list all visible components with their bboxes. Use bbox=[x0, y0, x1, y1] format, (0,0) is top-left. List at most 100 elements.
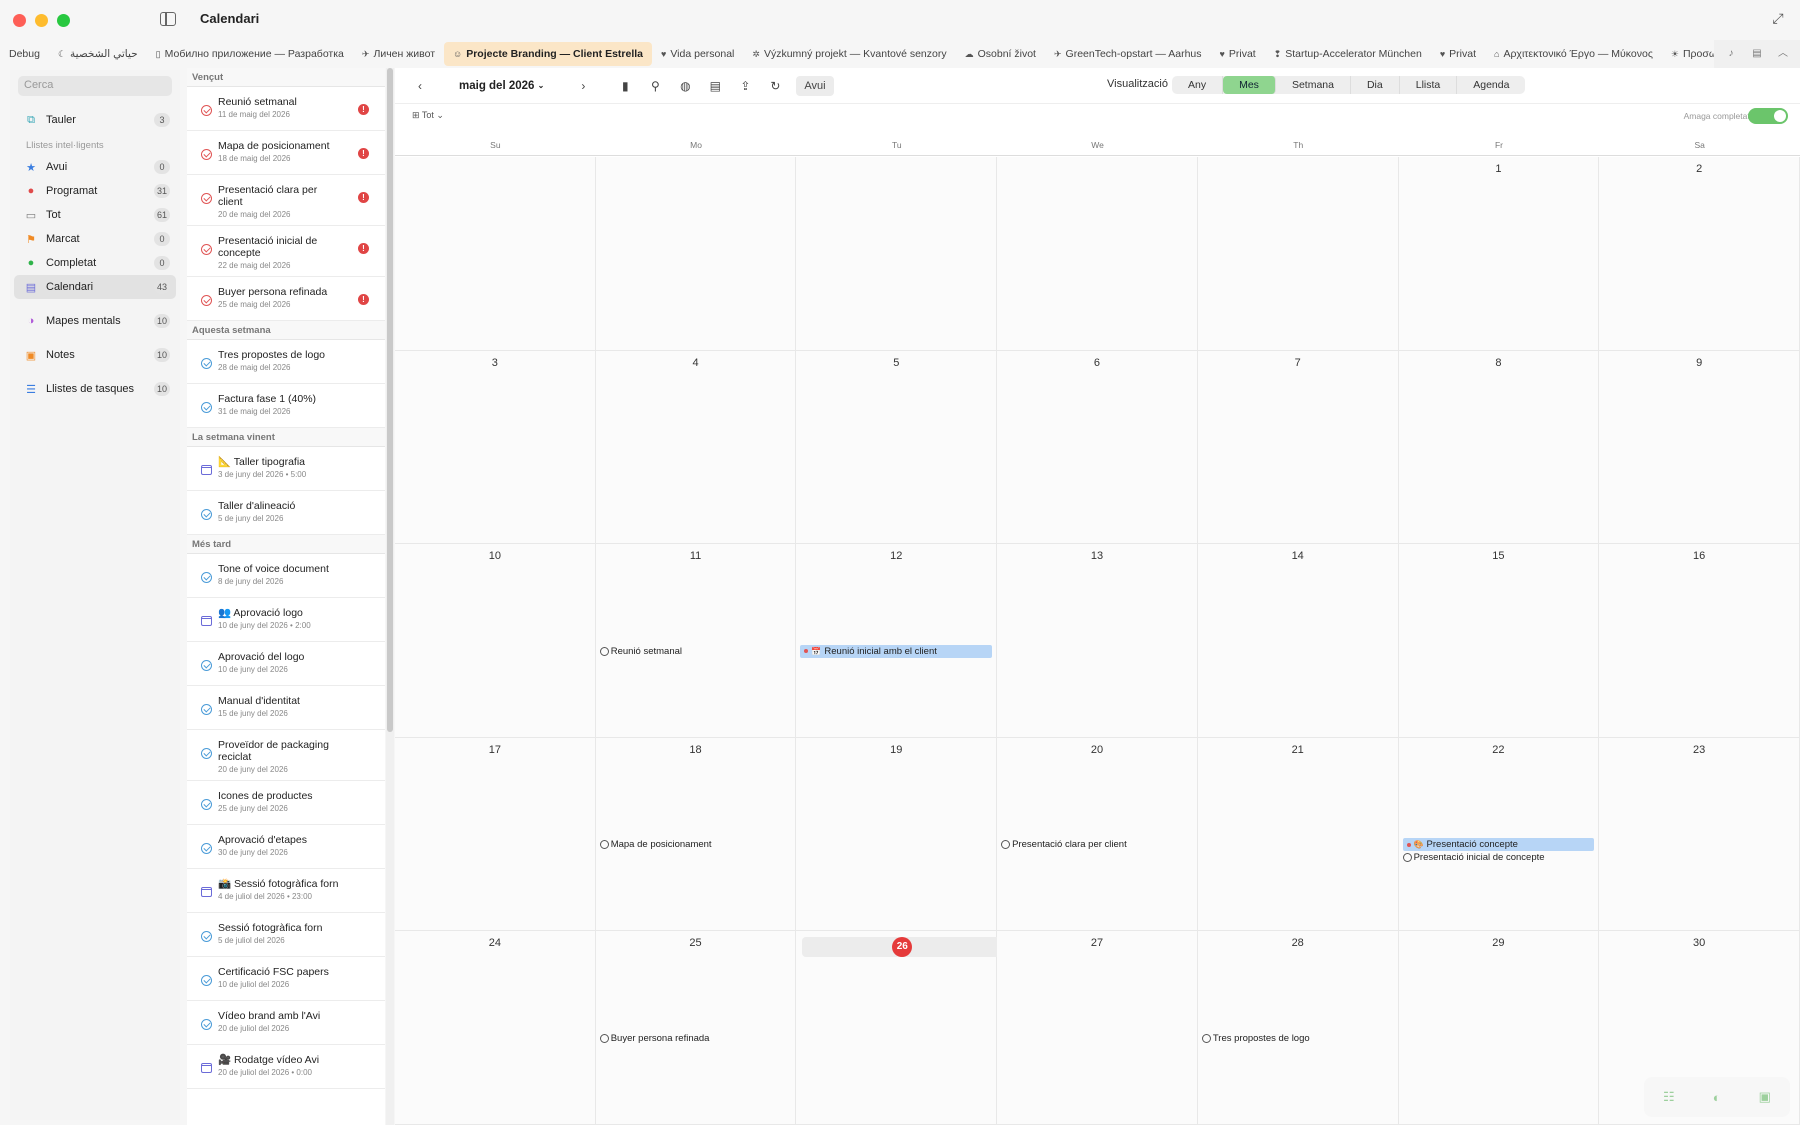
task-row[interactable]: Aprovació del logo 10 de juny del 2026 bbox=[187, 642, 385, 686]
day-cell[interactable] bbox=[595, 157, 797, 351]
task-checkbox[interactable] bbox=[201, 843, 212, 854]
task-checkbox[interactable] bbox=[201, 193, 212, 204]
calendar-task[interactable]: Tres propostes de logo bbox=[1201, 1032, 1394, 1045]
task-checkbox[interactable] bbox=[201, 244, 212, 255]
sidebar-item-calendari[interactable]: ▤ Calendari 43 bbox=[14, 275, 176, 299]
project-tab[interactable]: ♥ Privat bbox=[1211, 42, 1265, 66]
day-cell[interactable]: 24 bbox=[395, 931, 596, 1125]
task-checkbox[interactable] bbox=[201, 358, 212, 369]
task-checkbox[interactable] bbox=[201, 931, 212, 942]
bell-icon[interactable]: ♪ bbox=[1722, 45, 1740, 63]
project-tab[interactable]: ☾ حياتي الشخصية bbox=[49, 42, 147, 66]
layout-icon[interactable]: ▤ bbox=[1748, 45, 1766, 63]
project-tab[interactable]: ▯ Мобилно приложение — Разработка bbox=[147, 42, 353, 66]
project-tab[interactable]: ❢ Startup-Accelerator München bbox=[1265, 42, 1431, 66]
day-cell[interactable]: 19 bbox=[796, 737, 998, 932]
palette-icon[interactable]: ◍ bbox=[674, 76, 696, 96]
view-tab-mes[interactable]: Mes bbox=[1223, 76, 1276, 94]
task-checkbox[interactable] bbox=[201, 704, 212, 715]
view-tab-any[interactable]: Any bbox=[1172, 76, 1224, 94]
sidebar-item-mapes-mentals[interactable]: ◑ Mapes mentals 10 bbox=[14, 309, 176, 333]
sidebar-item-marcat[interactable]: ⚑ Marcat 0 bbox=[14, 227, 176, 251]
task-checkbox[interactable] bbox=[201, 509, 212, 520]
sidebar-toggle-icon[interactable] bbox=[160, 12, 176, 26]
day-cell[interactable]: 5 bbox=[796, 350, 998, 545]
task-row[interactable]: 📐 Taller tipografia 3 de juny del 2026 • … bbox=[187, 447, 385, 491]
day-cell[interactable]: 6 bbox=[997, 350, 1198, 545]
filter-dropdown[interactable]: ⊞ Tot ⌄ bbox=[412, 110, 444, 121]
close-window-button[interactable] bbox=[13, 13, 26, 27]
view-tab-agenda[interactable]: Agenda bbox=[1457, 76, 1525, 94]
task-row[interactable]: Taller d'alineació 5 de juny del 2026 bbox=[187, 491, 385, 535]
day-cell[interactable] bbox=[395, 157, 596, 351]
task-row[interactable]: Presentació clara per client 20 de maig d… bbox=[187, 175, 385, 226]
task-row[interactable]: Presentació inicial de concepte 22 de mai… bbox=[187, 226, 385, 277]
day-cell[interactable]: 13 bbox=[997, 544, 1198, 738]
day-cell[interactable]: 8 bbox=[1398, 350, 1600, 545]
task-row[interactable]: Tres propostes de logo 28 de maig del 202… bbox=[187, 340, 385, 384]
project-tab[interactable]: Debug bbox=[0, 42, 49, 66]
sidebar-item-tot[interactable]: ▭ Tot 61 bbox=[14, 203, 176, 227]
zoom-window-button[interactable] bbox=[57, 13, 70, 27]
sidebar-item-dashboard[interactable]: ⧉ Tauler 3 bbox=[14, 108, 176, 132]
calendar-event[interactable]: 🎨 Presentació concepte bbox=[1402, 838, 1595, 852]
task-checkbox[interactable] bbox=[201, 572, 212, 583]
calendar-task[interactable]: Reunió setmanal bbox=[599, 645, 792, 658]
project-tab[interactable]: ✲ Výzkumný projekt — Kvantové senzory bbox=[743, 42, 955, 66]
day-cell[interactable]: 2 bbox=[1599, 157, 1800, 351]
fullscreen-icon[interactable]: ⤢ bbox=[1768, 10, 1788, 30]
task-row[interactable]: Reunió setmanal 11 de maig del 2026! bbox=[187, 87, 385, 131]
project-tab[interactable]: ✈ GreenTech-opstart — Aarhus bbox=[1045, 42, 1211, 66]
task-row[interactable]: Mapa de posicionament 18 de maig del 2026… bbox=[187, 131, 385, 175]
day-cell[interactable]: 18 Mapa de posicionament bbox=[595, 737, 797, 932]
view-tab-llista[interactable]: Llista bbox=[1400, 76, 1458, 94]
minimize-window-button[interactable] bbox=[35, 13, 48, 27]
sidebar-item-programat[interactable]: ● Programat 31 bbox=[14, 179, 176, 203]
day-cell[interactable]: 29 bbox=[1398, 931, 1600, 1125]
next-month-button[interactable]: › bbox=[572, 76, 594, 96]
calendar-task[interactable]: Presentació clara per client bbox=[1001, 838, 1193, 851]
view-tab-setmana[interactable]: Setmana bbox=[1276, 76, 1351, 94]
day-cell[interactable]: 12 📅 Reunió inicial amb el client bbox=[796, 544, 998, 738]
prev-month-button[interactable]: ‹ bbox=[409, 76, 431, 96]
project-tab[interactable]: ♥ Vida personal bbox=[652, 42, 743, 66]
day-cell[interactable]: 17 bbox=[395, 737, 596, 932]
day-cell[interactable]: 16 bbox=[1599, 544, 1800, 738]
search-input[interactable]: Cerca bbox=[18, 76, 172, 96]
task-row[interactable]: 🎥 Rodatge vídeo Avi 20 de juliol del 2026… bbox=[187, 1045, 385, 1089]
day-cell[interactable]: 20 Presentació clara per client bbox=[997, 737, 1198, 932]
day-cell[interactable]: 27 bbox=[997, 931, 1198, 1125]
task-checkbox[interactable] bbox=[201, 295, 212, 306]
sidebar-item-notes[interactable]: ▣ Notes 10 bbox=[14, 343, 176, 367]
day-cell[interactable] bbox=[997, 157, 1198, 351]
task-checkbox[interactable] bbox=[201, 975, 212, 986]
project-tab[interactable]: ☁ Osobní život bbox=[956, 42, 1045, 66]
task-row[interactable]: Buyer persona refinada 25 de maig del 202… bbox=[187, 277, 385, 321]
hide-completed-toggle[interactable] bbox=[1748, 108, 1788, 124]
task-row[interactable]: Vídeo brand amb l'Avi 20 de juliol del 20… bbox=[187, 1001, 385, 1045]
project-tab[interactable]: ⌂ Αρχιτεκτονικό Έργο — Μύκονος bbox=[1485, 42, 1662, 66]
task-checkbox[interactable] bbox=[201, 105, 212, 116]
project-tab[interactable]: ☺ Projecte Branding — Client Estrella bbox=[444, 42, 653, 66]
notes-icon[interactable]: ▤ bbox=[704, 76, 726, 96]
task-checkbox[interactable] bbox=[201, 402, 212, 413]
month-selector[interactable]: maig del 2026 ⌄ bbox=[459, 76, 544, 96]
project-tab[interactable]: ✈ Личен живот bbox=[353, 42, 444, 66]
day-cell[interactable]: 9 bbox=[1599, 350, 1800, 545]
sidebar-item-completat[interactable]: ● Completat 0 bbox=[14, 251, 176, 275]
task-row[interactable]: Icones de productes 25 de juny del 2026 bbox=[187, 781, 385, 825]
day-cell[interactable]: 1 bbox=[1398, 157, 1600, 351]
sidebar-item-llistes-de-tasques[interactable]: ☰ Llistes de tasques 10 bbox=[14, 377, 176, 401]
sync-icon[interactable]: ↻ bbox=[764, 76, 786, 96]
day-cell[interactable]: 14 bbox=[1197, 544, 1399, 738]
task-row[interactable]: 👥 Aprovació logo 10 de juny del 2026 • 2:… bbox=[187, 598, 385, 642]
task-row[interactable]: Aprovació d'etapes 30 de juny del 2026 bbox=[187, 825, 385, 869]
project-tab[interactable]: ♥ Privat bbox=[1431, 42, 1485, 66]
clipboard-icon[interactable]: ▣ bbox=[1759, 1089, 1771, 1105]
day-cell[interactable]: 22 🎨 Presentació concepte Presentació inici… bbox=[1398, 737, 1600, 932]
task-view-icon[interactable]: ☷ bbox=[1663, 1089, 1675, 1105]
task-list-scrollbar[interactable] bbox=[386, 68, 394, 1125]
day-cell[interactable]: 25 Buyer persona refinada bbox=[595, 931, 797, 1125]
mindmap-icon[interactable]: ◐ bbox=[1713, 1090, 1721, 1105]
search-icon[interactable]: ⚲ bbox=[644, 76, 666, 96]
